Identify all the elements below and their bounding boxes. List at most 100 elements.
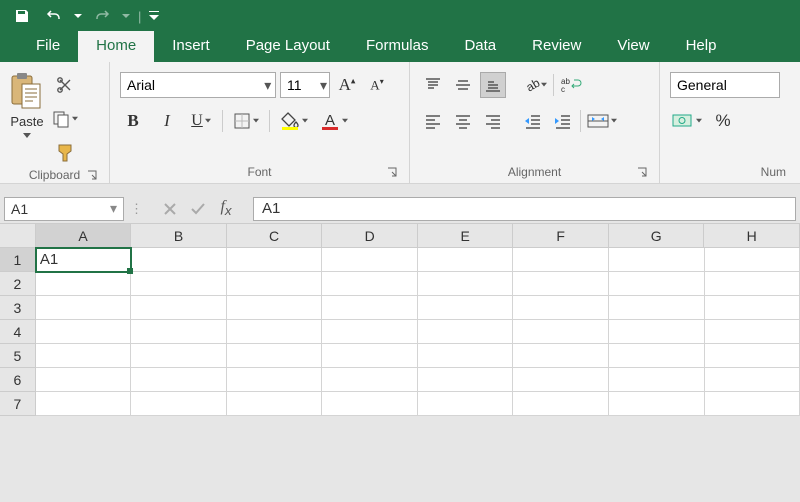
cell-F1[interactable] (513, 248, 609, 272)
cell-C6[interactable] (227, 368, 323, 392)
cell-G7[interactable] (609, 392, 705, 416)
align-left-button[interactable] (420, 108, 446, 134)
row-header-4[interactable]: 4 (0, 320, 36, 344)
cell-B3[interactable] (131, 296, 227, 320)
align-middle-button[interactable] (450, 72, 476, 98)
cell-A5[interactable] (36, 344, 132, 368)
increase-indent-button[interactable] (550, 108, 576, 134)
cell-E4[interactable] (418, 320, 514, 344)
cell-E3[interactable] (418, 296, 514, 320)
borders-button[interactable] (231, 108, 261, 134)
cell-D3[interactable] (322, 296, 418, 320)
redo-button[interactable] (88, 3, 116, 29)
number-format-combo[interactable] (670, 72, 780, 98)
cut-button[interactable] (50, 72, 80, 98)
cell-F3[interactable] (513, 296, 609, 320)
save-button[interactable] (8, 3, 36, 29)
cell-C1[interactable] (227, 248, 323, 272)
tab-home[interactable]: Home (78, 31, 154, 62)
cell-A6[interactable] (36, 368, 132, 392)
font-color-button[interactable]: A (318, 108, 350, 134)
cell-A4[interactable] (36, 320, 132, 344)
align-bottom-button[interactable] (480, 72, 506, 98)
undo-dropdown[interactable] (72, 3, 84, 29)
tab-view[interactable]: View (599, 31, 667, 62)
cell-B1[interactable] (131, 248, 227, 272)
tab-insert[interactable]: Insert (154, 31, 228, 62)
cell-C5[interactable] (227, 344, 323, 368)
cell-A7[interactable] (36, 392, 132, 416)
redo-dropdown[interactable] (120, 3, 132, 29)
dialog-launcher-font[interactable] (387, 167, 399, 179)
cell-B4[interactable] (131, 320, 227, 344)
font-name-combo[interactable]: ▾ (120, 72, 276, 98)
copy-button[interactable] (50, 106, 80, 132)
fill-color-button[interactable] (278, 108, 310, 134)
name-box[interactable]: A1 ▾ (4, 197, 124, 221)
cell-C7[interactable] (227, 392, 323, 416)
wrap-text-button[interactable]: abc (558, 72, 584, 98)
cell-G4[interactable] (609, 320, 705, 344)
paste-button[interactable]: Paste (10, 72, 44, 139)
cell-D5[interactable] (322, 344, 418, 368)
merge-center-button[interactable] (585, 108, 619, 134)
cell-F4[interactable] (513, 320, 609, 344)
col-header-D[interactable]: D (322, 224, 418, 247)
align-top-button[interactable] (420, 72, 446, 98)
cell-H2[interactable] (705, 272, 800, 296)
cell-A1[interactable]: A1 (36, 248, 132, 272)
row-header-3[interactable]: 3 (0, 296, 36, 320)
tab-formulas[interactable]: Formulas (348, 31, 447, 62)
bold-button[interactable]: B (120, 108, 146, 134)
cell-E7[interactable] (418, 392, 514, 416)
italic-button[interactable]: I (154, 108, 180, 134)
decrease-indent-button[interactable] (520, 108, 546, 134)
row-header-2[interactable]: 2 (0, 272, 36, 296)
cell-G2[interactable] (609, 272, 705, 296)
cell-D4[interactable] (322, 320, 418, 344)
row-header-1[interactable]: 1 (0, 248, 36, 272)
cell-H4[interactable] (705, 320, 800, 344)
dialog-launcher-clipboard[interactable] (87, 170, 99, 182)
cell-H3[interactable] (705, 296, 800, 320)
tab-data[interactable]: Data (446, 31, 514, 62)
cell-C2[interactable] (227, 272, 323, 296)
select-all-corner[interactable] (0, 224, 36, 247)
cancel-formula-button[interactable] (157, 197, 183, 221)
increase-font-button[interactable]: A▴ (334, 72, 360, 98)
tab-help[interactable]: Help (668, 31, 735, 62)
col-header-E[interactable]: E (418, 224, 514, 247)
decrease-font-button[interactable]: A▾ (364, 72, 390, 98)
row-header-5[interactable]: 5 (0, 344, 36, 368)
tab-review[interactable]: Review (514, 31, 599, 62)
row-header-7[interactable]: 7 (0, 392, 36, 416)
cell-F5[interactable] (513, 344, 609, 368)
cell-E5[interactable] (418, 344, 514, 368)
cell-F7[interactable] (513, 392, 609, 416)
orientation-button[interactable]: ab (520, 72, 549, 98)
cell-E2[interactable] (418, 272, 514, 296)
cell-D7[interactable] (322, 392, 418, 416)
formula-input[interactable]: A1 (253, 197, 796, 221)
undo-button[interactable] (40, 3, 68, 29)
customize-qat-button[interactable] (147, 3, 161, 29)
cell-H6[interactable] (705, 368, 800, 392)
accounting-format-button[interactable] (670, 108, 704, 134)
cell-G5[interactable] (609, 344, 705, 368)
cell-B7[interactable] (131, 392, 227, 416)
tab-page-layout[interactable]: Page Layout (228, 31, 348, 62)
font-size-combo[interactable]: ▾ (280, 72, 330, 98)
cell-A3[interactable] (36, 296, 132, 320)
font-name-input[interactable] (121, 73, 261, 97)
cell-D1[interactable] (322, 248, 418, 272)
cell-F2[interactable] (513, 272, 609, 296)
enter-formula-button[interactable] (185, 197, 211, 221)
cell-C3[interactable] (227, 296, 323, 320)
font-size-input[interactable] (281, 73, 318, 97)
cell-G3[interactable] (609, 296, 705, 320)
cell-G6[interactable] (609, 368, 705, 392)
cell-D6[interactable] (322, 368, 418, 392)
cell-F6[interactable] (513, 368, 609, 392)
insert-function-button[interactable]: fx (213, 197, 239, 221)
cell-A2[interactable] (36, 272, 132, 296)
